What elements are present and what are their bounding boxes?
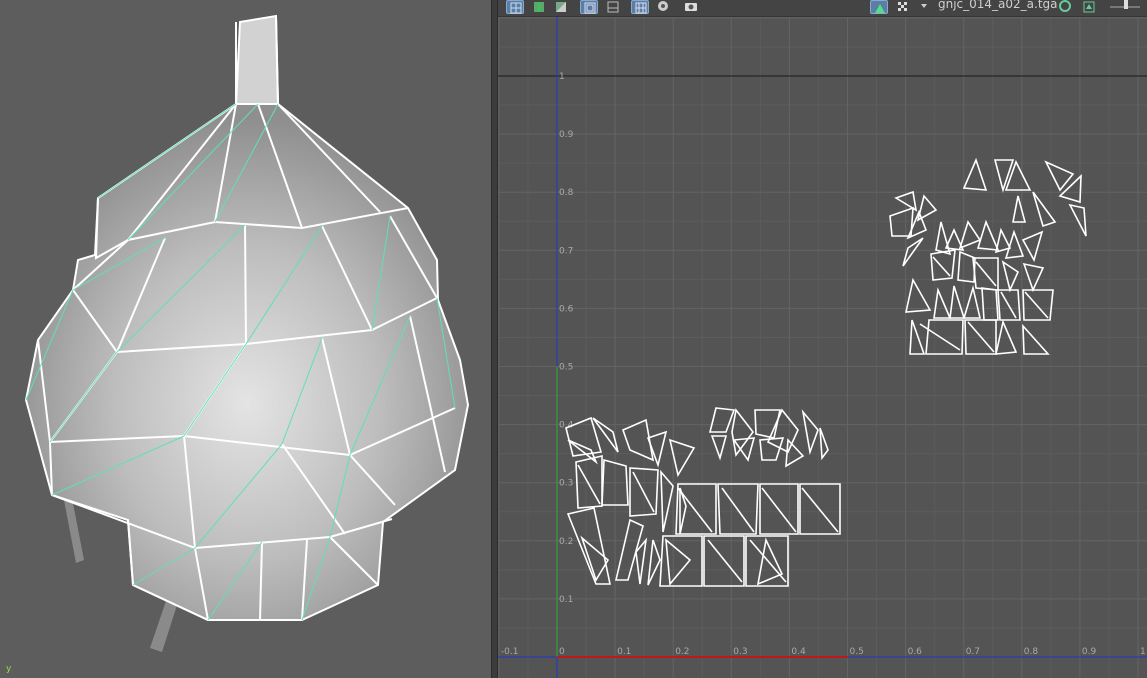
uv-face-upper[interactable]	[1021, 230, 1044, 263]
u-tick-label: 0	[559, 647, 565, 657]
v-tick-label: 0.9	[559, 130, 574, 140]
u-tick-label: 0.2	[675, 647, 689, 657]
model-wireframe	[24, 14, 470, 652]
uv-iso-select-icon[interactable]	[654, 0, 672, 14]
uv-edge	[932, 256, 951, 277]
uv-face-lower[interactable]	[665, 538, 692, 586]
uv-face-upper[interactable]	[976, 219, 1000, 251]
uv-face-upper[interactable]	[958, 220, 982, 250]
u-tick-label: -0.1	[501, 647, 519, 657]
leg-left	[64, 498, 84, 563]
uv-face-lower[interactable]	[785, 438, 805, 468]
uv-face-upper[interactable]	[933, 287, 952, 319]
u-tick-label: 1	[1140, 647, 1146, 657]
u-tick-label: 0.1	[617, 647, 631, 657]
uv-face-lower[interactable]	[708, 407, 736, 433]
uv-edge	[632, 471, 655, 513]
v-tick-label: 1	[559, 72, 565, 82]
uv-editor[interactable]: -0.1 0 0.1 0.2 0.3 0.4 0.5 0.6 0.7 0.8 0.9 1 0.1 0.2 0…	[498, 0, 1147, 678]
uv-face-upper[interactable]	[1058, 174, 1082, 204]
texture-refresh-icon[interactable]	[1056, 0, 1074, 14]
u-tick-label: 0.9	[1082, 647, 1097, 657]
u-tick-label: 0.7	[966, 647, 980, 657]
v-tick-label: 0.7	[559, 246, 573, 256]
uv-face-upper[interactable]	[889, 206, 914, 237]
uv-face-upper[interactable]	[1001, 260, 1020, 293]
uv-face-upper[interactable]	[949, 285, 966, 319]
uv-face-lower[interactable]	[647, 539, 661, 586]
uv-face-lower[interactable]	[660, 469, 674, 533]
v-tick-label: 0.1	[559, 595, 573, 605]
perspective-viewport[interactable]: y	[0, 0, 491, 678]
uv-face-upper[interactable]	[957, 250, 976, 283]
uv-edge	[801, 487, 839, 533]
uv-face-lower[interactable]	[732, 437, 756, 462]
texture-name[interactable]: gnjc_014_a02_a.tga	[938, 0, 1058, 13]
uv-snapshot-icon[interactable]	[682, 0, 700, 14]
u-tick-label: 0.8	[1024, 647, 1039, 657]
uv-edge	[1000, 291, 1017, 319]
v-tick-label: 0.3	[559, 479, 573, 489]
uv-face-lower[interactable]	[759, 437, 785, 461]
uv-face-upper[interactable]	[1022, 323, 1050, 355]
uv-face-lower[interactable]	[756, 537, 784, 586]
uv-edge	[577, 464, 601, 505]
u-tick-label: 0.3	[733, 647, 747, 657]
uv-face-upper[interactable]	[1022, 262, 1045, 293]
uv-shaded-icon[interactable]	[530, 0, 548, 14]
uv-face-upper[interactable]	[981, 287, 999, 321]
uv-face-lower[interactable]	[566, 507, 611, 585]
texture-prev-icon[interactable]	[1080, 0, 1098, 14]
uv-face-upper[interactable]	[1044, 160, 1075, 192]
uv-edge	[721, 487, 755, 533]
uv-face-upper[interactable]	[962, 157, 988, 191]
v-tick-label: 0.2	[559, 537, 573, 547]
uv-face-upper[interactable]	[1004, 159, 1032, 191]
uv-face-upper[interactable]	[962, 284, 982, 319]
stem	[234, 14, 280, 108]
exposure-slider-icon[interactable]	[1104, 0, 1144, 14]
uv-face-upper[interactable]	[993, 159, 1015, 193]
panel-splitter[interactable]	[491, 0, 498, 678]
checker-toggle-icon[interactable]	[894, 0, 912, 14]
u-tick-label: 0.6	[908, 647, 923, 657]
u-tick-label: 0.4	[791, 647, 806, 657]
v-tick-label: 0.8	[559, 188, 574, 198]
u-tick-label: 0.5	[850, 647, 864, 657]
uv-face-upper[interactable]	[1012, 195, 1027, 223]
uv-layout-icon[interactable]	[604, 0, 622, 14]
uv-edge	[749, 539, 787, 583]
uv-checker-icon[interactable]	[552, 0, 570, 14]
uv-canvas[interactable]: -0.1 0 0.1 0.2 0.3 0.4 0.5 0.6 0.7 0.8 0.9 1 0.1 0.2 0…	[498, 0, 1147, 678]
body	[24, 103, 470, 621]
uv-edge	[761, 487, 797, 533]
uv-face-upper[interactable]	[904, 277, 932, 313]
uv-toolbar: gnjc_014_a02_a.tga	[498, 0, 1147, 17]
uv-edge	[1024, 291, 1049, 319]
uv-edge	[707, 539, 743, 583]
uv-grid-icon[interactable]	[506, 0, 524, 14]
uv-face-lower[interactable]	[710, 435, 728, 461]
uv-frame-icon[interactable]	[580, 0, 598, 14]
uv-face-upper[interactable]	[1068, 203, 1087, 237]
texture-menu-chevron-icon[interactable]	[916, 0, 934, 14]
uv-face-lower[interactable]	[801, 409, 819, 456]
uv-snap-grid-icon[interactable]	[631, 0, 649, 14]
uv-face-upper[interactable]	[935, 221, 952, 256]
v-tick-label: 0.6	[559, 304, 574, 314]
axis-indicator: y	[6, 664, 12, 674]
uv-face-upper[interactable]	[994, 319, 1018, 355]
v-tick-label: 0.5	[559, 363, 573, 373]
uv-edge	[677, 487, 713, 533]
display-image-icon[interactable]	[870, 0, 888, 14]
uv-face-lower[interactable]	[731, 408, 755, 457]
